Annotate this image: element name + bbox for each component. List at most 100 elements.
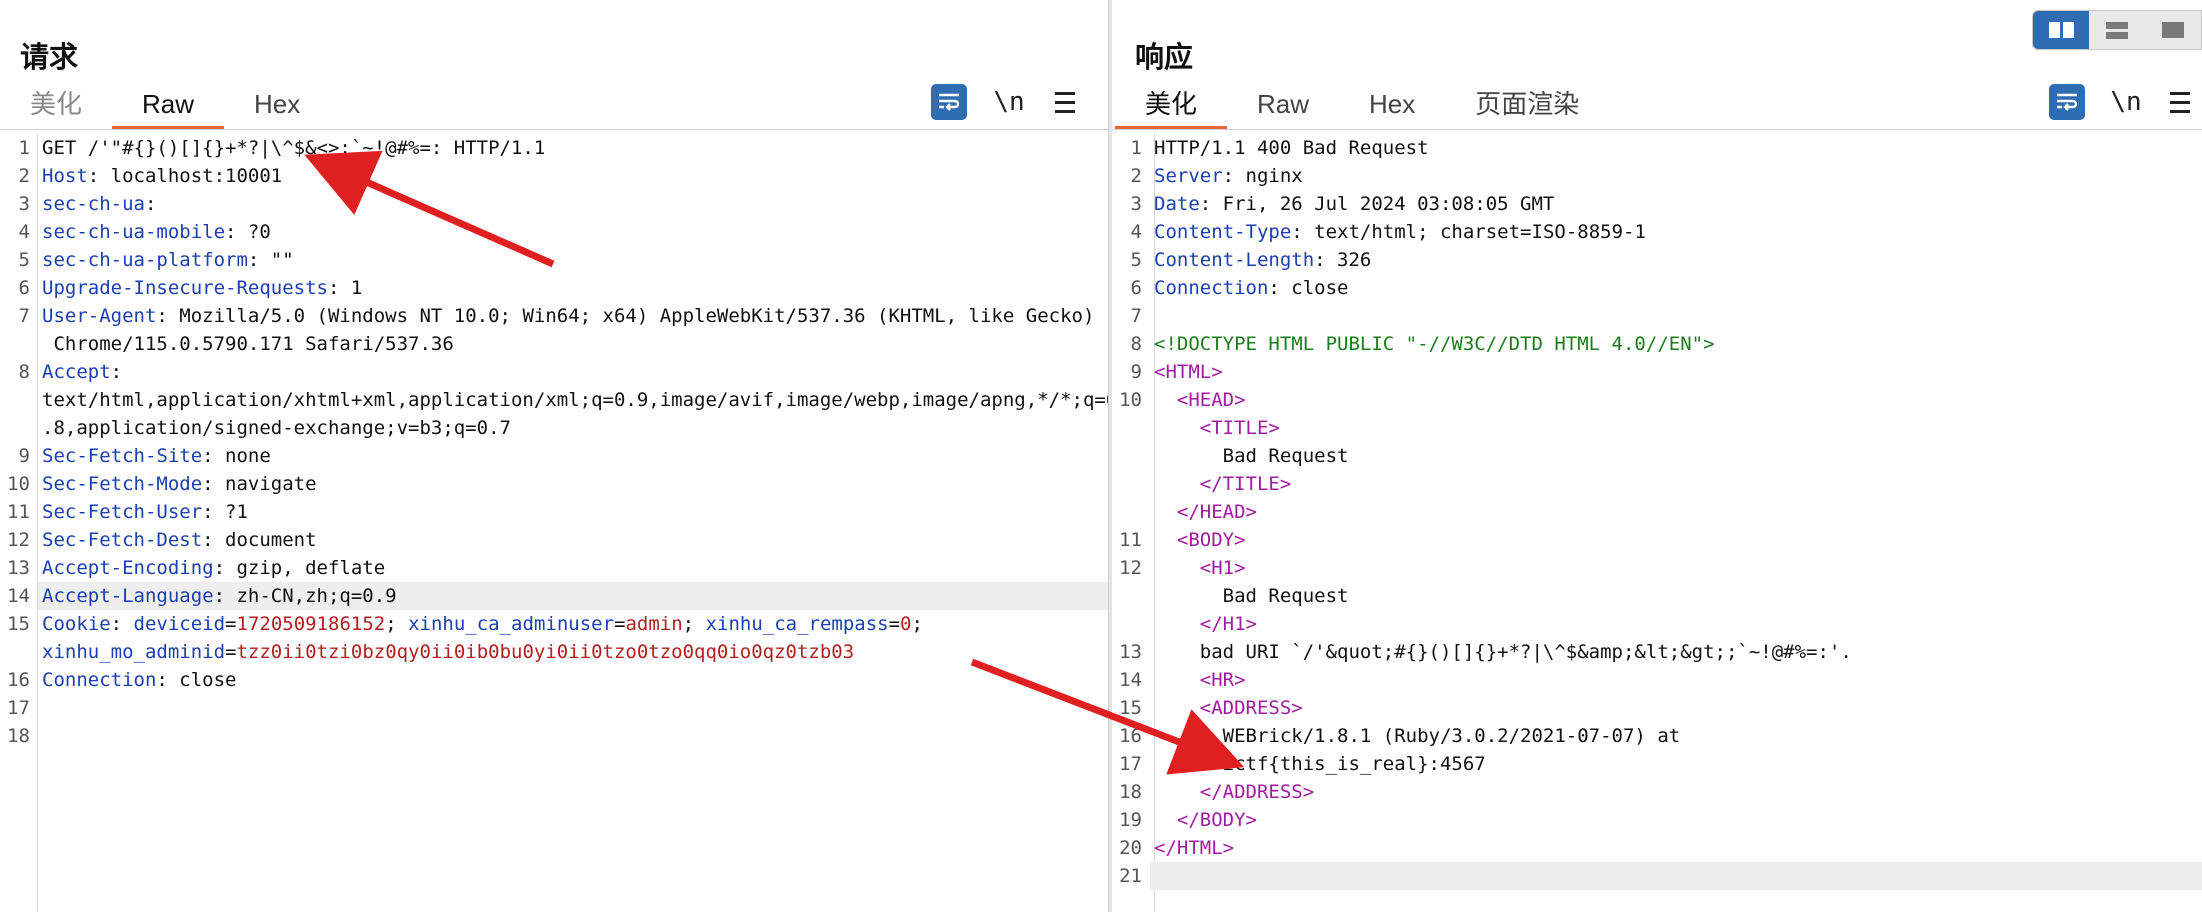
- request-menu-button[interactable]: [1047, 84, 1083, 120]
- response-line: Bad Request: [1112, 442, 2202, 470]
- token: Bad Request: [1154, 445, 1349, 467]
- response-tab-render[interactable]: 页面渲染: [1445, 82, 1609, 130]
- line-number: 12: [1119, 557, 1142, 579]
- line-number: 15: [1119, 697, 1142, 719]
- line-text: [38, 722, 1108, 750]
- line-number: [0, 330, 38, 358]
- line-number: 8: [18, 361, 30, 383]
- response-line: Bad Request: [1112, 582, 2202, 610]
- response-show-newlines-button[interactable]: \n: [2108, 84, 2144, 120]
- line-text: Bad Request: [1150, 442, 2202, 470]
- token: : nginx: [1222, 165, 1303, 187]
- response-menu-button[interactable]: [2162, 84, 2198, 120]
- layout-split-horizontal-button[interactable]: [2033, 11, 2089, 49]
- request-line: 9 Sec-Fetch-Site: none: [0, 442, 1108, 470]
- line-number: 11: [1119, 529, 1142, 551]
- request-line: .8,application/signed-exchange;v=b3;q=0.…: [0, 414, 1108, 442]
- token: GET /'"#{}()[]{}+*?|\^$&<>;`~!@#%=: HTTP…: [42, 137, 546, 159]
- response-line: 20 </HTML>: [1112, 834, 2202, 862]
- line-text: </BODY>: [1150, 806, 2202, 834]
- token: =: [888, 613, 901, 635]
- request-line: Chrome/115.0.5790.171 Safari/537.36: [0, 330, 1108, 358]
- token: Content-Type: [1154, 221, 1292, 243]
- token: ;: [911, 613, 923, 635]
- request-wrap-lines-button[interactable]: [931, 84, 967, 120]
- line-number: 1: [18, 137, 30, 159]
- token: : close: [156, 669, 237, 691]
- line-text: [1150, 862, 2202, 890]
- response-line: </HEAD>: [1112, 498, 2202, 526]
- request-tab-raw[interactable]: Raw: [112, 82, 225, 130]
- line-number: 12: [7, 529, 30, 551]
- line-number: 6: [1130, 277, 1142, 299]
- line-text: <!DOCTYPE HTML PUBLIC "-//W3C//DTD HTML …: [1150, 330, 2202, 358]
- token: ictf{this_is_real}:4567: [1154, 753, 1486, 775]
- request-line: 12 Sec-Fetch-Dest: document: [0, 526, 1108, 554]
- line-number: [1112, 498, 1150, 526]
- line-text: Content-Length: 326: [1150, 246, 2202, 274]
- layout-split-vertical-button[interactable]: [2089, 11, 2145, 49]
- response-line: </TITLE>: [1112, 470, 2202, 498]
- request-line: 7 User-Agent: Mozilla/5.0 (Windows NT 10.…: [0, 302, 1108, 330]
- line-text: Chrome/115.0.5790.171 Safari/537.36: [38, 330, 1108, 358]
- line-number: 5: [18, 249, 30, 271]
- response-line: </H1>: [1112, 610, 2202, 638]
- line-text: Sec-Fetch-User: ?1: [38, 498, 1108, 526]
- layout-single-button[interactable]: [2145, 11, 2201, 49]
- line-number: [1112, 470, 1150, 498]
- token: : zh-CN,zh;q=0.9: [213, 585, 397, 607]
- line-text: <HTML>: [1150, 358, 2202, 386]
- line-number: 4: [18, 221, 30, 243]
- line-text: sec-ch-ua:: [38, 190, 1108, 218]
- line-number: 17: [7, 697, 30, 719]
- response-line: 11 <BODY>: [1112, 526, 2202, 554]
- response-tab-hex[interactable]: Hex: [1339, 82, 1445, 130]
- response-line: 9 <HTML>: [1112, 358, 2202, 386]
- token: Date: [1154, 193, 1200, 215]
- token: Sec-Fetch-Mode: [42, 473, 203, 495]
- line-number: 3: [1130, 193, 1142, 215]
- line-text: sec-ch-ua-mobile: ?0: [38, 218, 1108, 246]
- response-line: 1 HTTP/1.1 400 Bad Request: [1112, 134, 2202, 162]
- request-line: 13 Accept-Encoding: gzip, deflate: [0, 554, 1108, 582]
- response-tab-raw[interactable]: Raw: [1227, 82, 1339, 130]
- token: Connection: [1154, 277, 1269, 299]
- token: <BODY>: [1176, 529, 1246, 551]
- request-editor[interactable]: 1 GET /'"#{}()[]{}+*?|\^$&<>;`~!@#%=: HTT…: [0, 134, 1108, 912]
- line-text: [38, 694, 1108, 722]
- request-tabs: 美化 Raw Hex: [0, 82, 330, 130]
- response-editor[interactable]: 1 HTTP/1.1 400 Bad Request 2 Server: nginx 3…: [1112, 134, 2202, 912]
- line-text: ictf{this_is_real}:4567: [1150, 750, 2202, 778]
- line-number: [1112, 414, 1150, 442]
- line-text: [1150, 302, 2202, 330]
- request-tab-pretty[interactable]: 美化: [0, 82, 112, 130]
- token: sec-ch-ua-platform: [42, 249, 248, 271]
- line-text: bad URI `/'&quot;#{}()[]{}+*?|\^$&amp;&l…: [1150, 638, 2202, 666]
- line-text: <H1>: [1150, 554, 2202, 582]
- token: bad URI `/'&quot;#{}()[]{}+*?|\^$&amp;&l…: [1154, 641, 1852, 663]
- token: =: [614, 613, 626, 635]
- token: sec-ch-ua: [42, 193, 145, 215]
- line-text: <HEAD>: [1150, 386, 2202, 414]
- token: <TITLE>: [1199, 417, 1280, 439]
- response-line: 17 ictf{this_is_real}:4567: [1112, 750, 2202, 778]
- token: User-Agent: [42, 305, 157, 327]
- line-text: Bad Request: [1150, 582, 2202, 610]
- response-line: 3 Date: Fri, 26 Jul 2024 03:08:05 GMT: [1112, 190, 2202, 218]
- token: .8,application/signed-exchange;v=b3;q=0.…: [42, 417, 511, 439]
- response-wrap-lines-button[interactable]: [2049, 84, 2085, 120]
- request-line: 6 Upgrade-Insecure-Requests: 1: [0, 274, 1108, 302]
- line-text: <ADDRESS>: [1150, 694, 2202, 722]
- token: <HR>: [1199, 669, 1246, 691]
- line-text: .8,application/signed-exchange;v=b3;q=0.…: [38, 414, 1108, 442]
- token: : ?1: [202, 501, 248, 523]
- response-tab-pretty[interactable]: 美化: [1115, 82, 1228, 130]
- request-line: 2 Host: localhost:10001: [0, 162, 1108, 190]
- request-tab-hex[interactable]: Hex: [224, 82, 330, 130]
- line-number: 9: [1130, 361, 1142, 383]
- token: Content-Length: [1154, 249, 1315, 271]
- token: Bad Request: [1154, 585, 1349, 607]
- token: =: [225, 641, 237, 663]
- request-show-newlines-button[interactable]: \n: [991, 84, 1027, 120]
